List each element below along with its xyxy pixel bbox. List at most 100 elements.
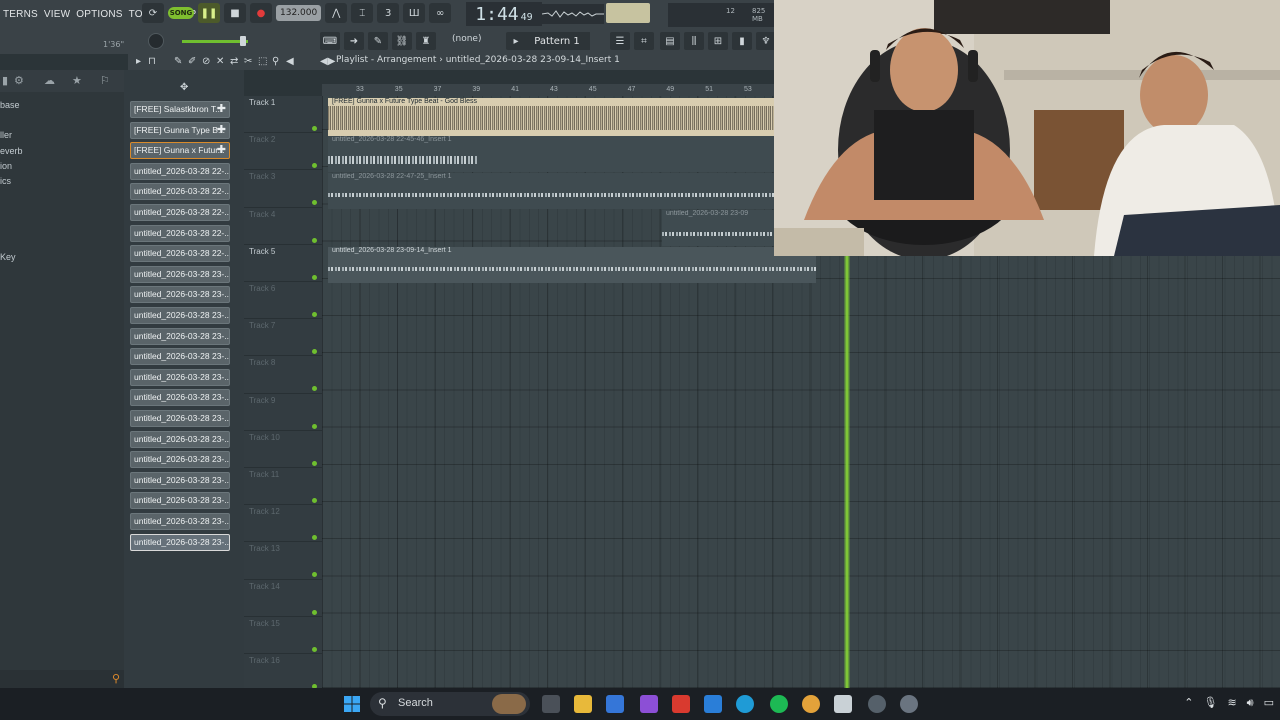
browser-item[interactable]: ion	[0, 161, 12, 171]
track-enable-led[interactable]	[312, 312, 317, 317]
track-header[interactable]: Track 13	[244, 542, 322, 580]
wifi-icon[interactable]: ≋	[1227, 696, 1236, 710]
track-header[interactable]: Track 8	[244, 356, 322, 394]
audio-clip-track3[interactable]: untitled_2026-03-28 22-47-25_Insert 1	[328, 173, 774, 209]
delete-tool-icon[interactable]: ⊘	[202, 56, 210, 67]
song-position-display[interactable]: 1:44 49	[466, 2, 542, 26]
picker-clip[interactable]: untitled_2026-03-28 22-...	[130, 224, 230, 242]
add-clip-icon[interactable]: ✚	[217, 123, 226, 138]
add-clip-icon[interactable]: ✚	[217, 102, 226, 117]
track-header[interactable]: Track 5	[244, 245, 322, 282]
track-enable-led[interactable]	[312, 274, 317, 280]
magnet-icon[interactable]: ⊓	[148, 56, 156, 67]
loop-icon[interactable]: ⟳	[142, 3, 164, 23]
slice-tool-icon[interactable]: ✂	[244, 56, 252, 67]
copilot-icon[interactable]	[640, 695, 658, 713]
track-enable-led[interactable]	[312, 498, 317, 503]
picker-clip[interactable]: untitled_2026-03-28 23-...	[130, 265, 230, 283]
track-enable-led[interactable]	[312, 163, 317, 169]
vscode-icon[interactable]	[704, 695, 722, 713]
picker-clip[interactable]: untitled_2026-03-28 23-...	[130, 451, 230, 469]
record-button[interactable]: ●	[250, 3, 272, 23]
picker-clip[interactable]: untitled_2026-03-28 23-...	[130, 307, 230, 324]
arrangement-name[interactable]: untitled_2026-03-28 23-09-14_Insert 1	[446, 55, 620, 65]
audio-clip-track4[interactable]: untitled_2026-03-28 23-09	[662, 210, 774, 246]
arrangement-arrow-icon[interactable]: ◀▶	[320, 56, 335, 67]
stamp-icon[interactable]: ♜	[416, 32, 436, 50]
tag-tab-icon[interactable]: ⚐	[100, 74, 110, 87]
track-header[interactable]: Track 11	[244, 468, 322, 506]
picker-clip[interactable]: untitled_2026-03-28 23-...	[130, 533, 230, 551]
audio-clip-track5[interactable]: untitled_2026-03-28 23-09-14_Insert 1	[328, 247, 816, 283]
brush-icon[interactable]: ✎	[368, 32, 388, 50]
playlist-menu-arrow-icon[interactable]: ▸	[136, 56, 141, 67]
wait-icon[interactable]: ⌶	[351, 3, 374, 23]
cloud-tab-icon[interactable]: ☁	[44, 74, 55, 87]
stop-button[interactable]: ■	[224, 3, 246, 23]
picker-clip[interactable]: untitled_2026-03-28 23-...	[130, 286, 230, 304]
pattern-none-label[interactable]: (none)	[452, 34, 481, 44]
arrow-right-icon[interactable]: ➜	[344, 32, 364, 50]
track-enable-led[interactable]	[312, 237, 317, 243]
pause-button[interactable]: ❚❚	[198, 3, 220, 23]
browser-search-icon[interactable]: ⚲	[112, 672, 120, 685]
picker-clip[interactable]: untitled_2026-03-28 22-...	[130, 204, 230, 221]
file-explorer-icon[interactable]	[574, 695, 592, 713]
letter-app-icon[interactable]	[672, 695, 690, 713]
picker-clip[interactable]: untitled_2026-03-28 23-...	[130, 410, 230, 427]
browser-item[interactable]: Key	[0, 252, 16, 262]
plugin-icon[interactable]: ⊞	[708, 32, 728, 50]
pattern-selector[interactable]: Pattern 1	[524, 32, 590, 50]
playback-tool-icon[interactable]: ◀	[286, 56, 294, 67]
track-header[interactable]: Track 6	[244, 282, 322, 320]
picker-clip[interactable]: [FREE] Salastkbron T... ✚	[130, 101, 230, 118]
picker-clip[interactable]: untitled_2026-03-28 22-...	[130, 162, 230, 180]
picker-clip[interactable]: untitled_2026-03-28 23-...	[130, 327, 230, 345]
audio-clip-beat[interactable]: [FREE] Gunna x Future Type Beat - God Bl…	[328, 98, 774, 136]
volume-icon[interactable]: 🔊︎	[1247, 696, 1254, 710]
draw-tool-icon[interactable]: ✎	[174, 56, 182, 67]
mute-tool-icon[interactable]: ✕	[216, 56, 224, 67]
track-enable-led[interactable]	[312, 423, 317, 429]
edge-icon[interactable]	[736, 695, 754, 713]
track-enable-led[interactable]	[312, 572, 317, 578]
add-clip-icon[interactable]: ✚	[217, 143, 226, 158]
link-icon[interactable]: ⛓	[392, 32, 412, 50]
store-icon[interactable]	[606, 695, 624, 713]
channel-rack-icon[interactable]: ⌗	[634, 32, 654, 50]
track-header[interactable]: Track 3	[244, 170, 322, 208]
chrome-icon[interactable]	[802, 695, 820, 713]
windows-start-icon[interactable]	[344, 696, 360, 712]
track-header[interactable]: Track 9	[244, 394, 322, 431]
browser-item[interactable]: ller	[0, 130, 12, 140]
audio-clip-track2[interactable]: untitled_2026-03-28 22-45-46_Insert 1	[328, 136, 774, 172]
browser-icon[interactable]: ▮	[732, 32, 752, 50]
track-enable-led[interactable]	[312, 609, 317, 615]
track-header[interactable]: Track 12	[244, 505, 322, 543]
picker-clip[interactable]: untitled_2026-03-28 23-...	[130, 471, 230, 489]
track-header[interactable]: Track 1	[244, 96, 322, 134]
microphone-tray-icon[interactable]: 🎙︎	[1203, 696, 1217, 710]
picker-clip[interactable]: untitled_2026-03-28 23-...	[130, 348, 230, 366]
track-header[interactable]: Track 4	[244, 208, 322, 245]
paint-tool-icon[interactable]: ✐	[188, 56, 196, 67]
track-header[interactable]: Track 15	[244, 617, 322, 654]
playlist-icon[interactable]: ☰	[610, 32, 630, 50]
metronome-icon[interactable]: ⋀	[325, 3, 348, 23]
track-enable-led[interactable]	[312, 349, 317, 355]
playhead-marker[interactable]	[844, 256, 850, 688]
browser-item[interactable]: everb	[0, 146, 23, 156]
track-header[interactable]: Track 2	[244, 133, 322, 171]
menu-patterns[interactable]: TERNS	[0, 9, 41, 20]
browser-item[interactable]: ics	[0, 176, 11, 186]
microphone-icon[interactable]: ♆	[756, 32, 776, 50]
picker-clip[interactable]: untitled_2026-03-28 23-...	[130, 492, 230, 510]
browser-tab-marker[interactable]: ▮	[2, 74, 8, 87]
pattern-prev-icon[interactable]: ▸	[506, 32, 526, 50]
track-header[interactable]: Track 16	[244, 654, 322, 692]
song-mode-button[interactable]: SONG	[168, 7, 194, 19]
picker-clip[interactable]: untitled_2026-03-28 23-...	[130, 389, 230, 407]
piano-roll-icon[interactable]: ▤	[660, 32, 680, 50]
picker-clip[interactable]: untitled_2026-03-28 22-...	[130, 183, 230, 201]
select-tool-icon[interactable]: ⬚	[258, 56, 267, 67]
